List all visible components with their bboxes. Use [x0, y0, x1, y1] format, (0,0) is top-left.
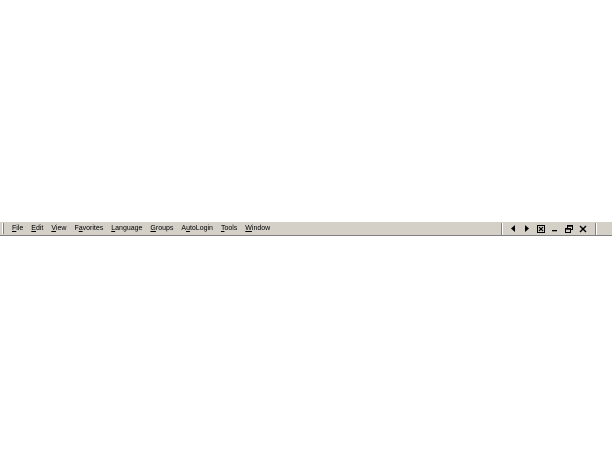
- close-button[interactable]: [577, 223, 589, 234]
- menu-right-end: [590, 221, 612, 236]
- menu-favorites[interactable]: Favorites: [70, 222, 107, 235]
- menu-tools[interactable]: Tools: [217, 222, 241, 235]
- toolbar-grip[interactable]: [2, 223, 4, 234]
- menu-window[interactable]: Window: [241, 222, 274, 235]
- next-tab-button[interactable]: [521, 223, 533, 234]
- minimize-button[interactable]: [549, 223, 561, 234]
- menu-groups[interactable]: Groups: [146, 222, 177, 235]
- triangle-right-icon: [525, 225, 529, 232]
- boxed-x-icon: [537, 224, 545, 233]
- triangle-left-icon: [511, 225, 515, 232]
- restore-icon: [565, 224, 573, 233]
- menu-file[interactable]: File: [8, 222, 27, 235]
- menu-separator-right: [595, 222, 597, 235]
- menu-bar: File Edit View Favorites Language Groups…: [0, 221, 612, 236]
- page: File Edit View Favorites Language Groups…: [0, 0, 612, 459]
- close-tab-button[interactable]: [535, 223, 547, 234]
- menu-autologin[interactable]: AutoLogin: [177, 222, 217, 235]
- menu-language[interactable]: Language: [107, 222, 146, 235]
- menu-items: File Edit View Favorites Language Groups…: [8, 222, 274, 235]
- menu-view[interactable]: View: [47, 222, 70, 235]
- restore-button[interactable]: [563, 223, 575, 234]
- menu-separator: [501, 222, 503, 235]
- menu-edit[interactable]: Edit: [27, 222, 47, 235]
- prev-tab-button[interactable]: [507, 223, 519, 234]
- close-icon: [579, 225, 587, 232]
- minimize-icon: [552, 229, 557, 231]
